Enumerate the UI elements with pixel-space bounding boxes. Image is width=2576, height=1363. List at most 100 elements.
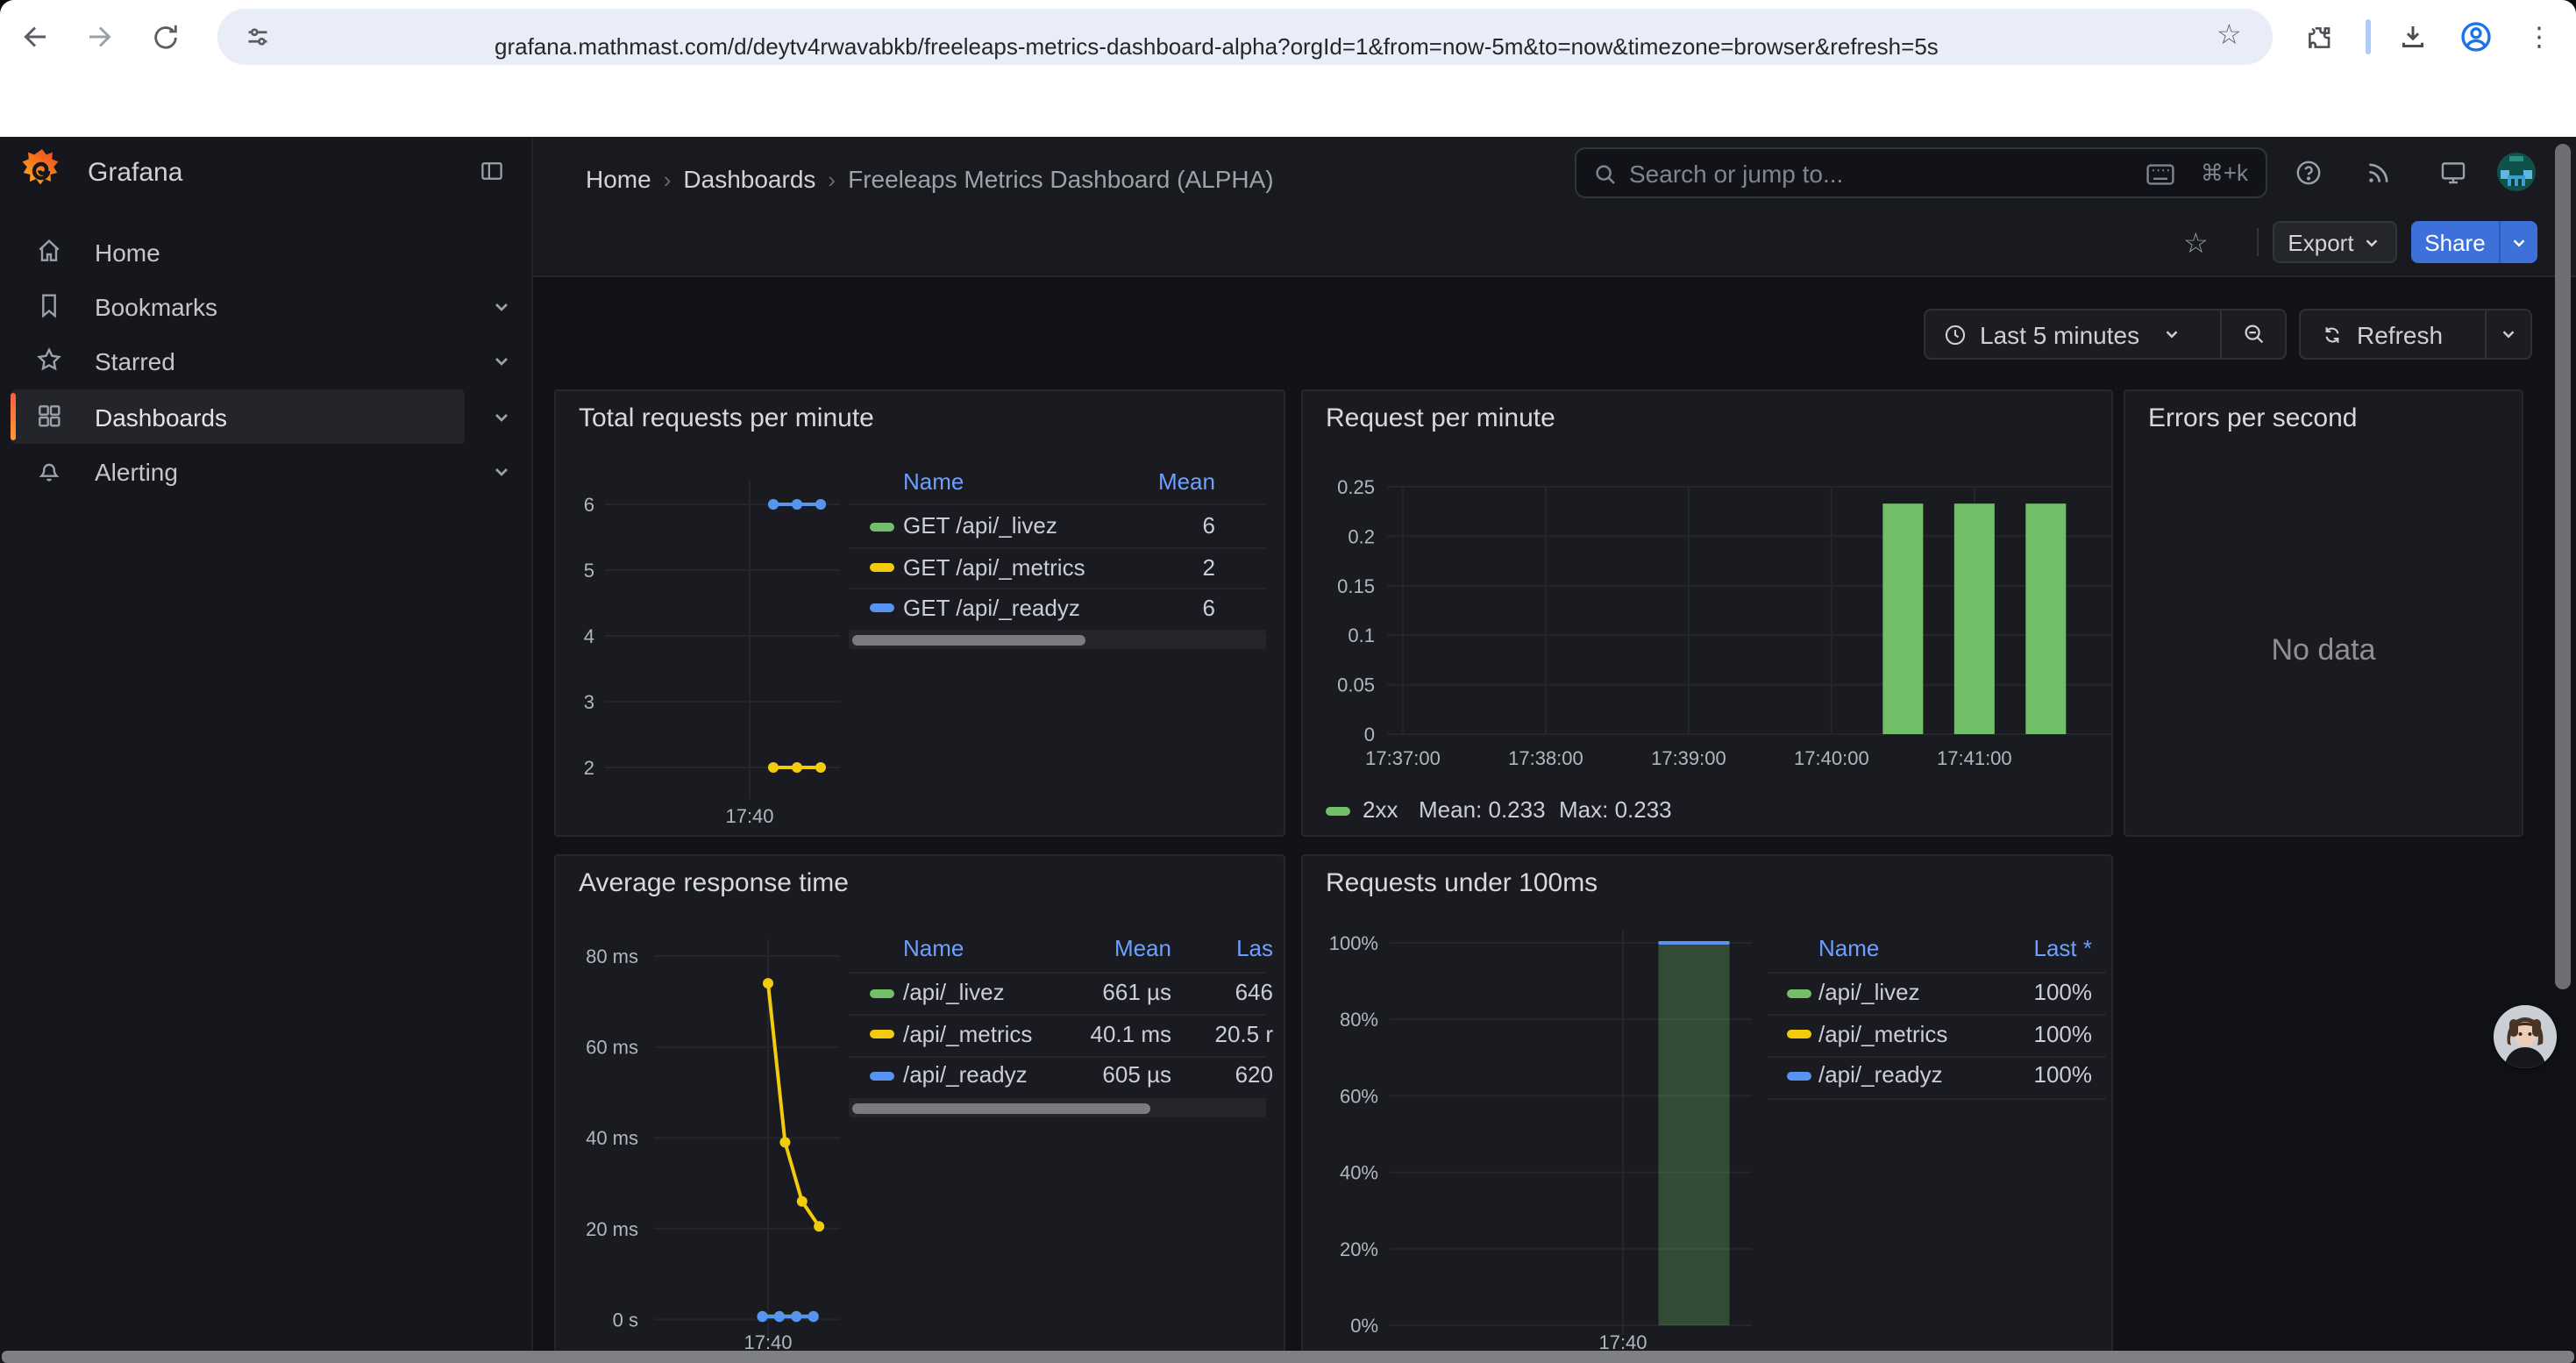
zoom-out-button[interactable] — [2222, 310, 2285, 358]
legend-scrollbar-thumb[interactable] — [852, 1103, 1150, 1114]
horizontal-scrollbar[interactable] — [2, 1351, 2574, 1362]
legend-header-name[interactable]: Name — [1818, 937, 1879, 961]
legend-row-name[interactable]: /api/_metrics — [903, 1022, 1032, 1046]
svg-text:2: 2 — [584, 757, 594, 779]
series-color-pill — [1787, 1071, 1811, 1080]
svg-text:80%: 80% — [1340, 1009, 1378, 1031]
time-range-picker[interactable]: Last 5 minutes — [1925, 310, 2220, 358]
series-color-pill — [870, 563, 894, 572]
panel-errors-per-second: Errors per second No data — [2124, 389, 2523, 837]
url-text[interactable]: grafana.mathmast.com/d/deytv4rwavabkb/fr… — [495, 33, 1939, 60]
home-icon — [35, 237, 63, 265]
legend-row-mean: 40.1 ms — [1021, 1022, 1171, 1046]
legend-row-name[interactable]: /api/_readyz — [903, 1063, 1028, 1088]
bookmark-star-icon[interactable]: ☆ — [2217, 18, 2242, 53]
forward-icon[interactable] — [79, 16, 121, 58]
bookmarks-bar: Freeleaps 收藏博客 — [0, 74, 2576, 137]
svg-text:40 ms: 40 ms — [586, 1127, 638, 1149]
search-input[interactable]: Search or jump to... ⌘+k — [1575, 147, 2267, 198]
requests-under-100ms-chart[interactable]: 100%80%60%40%20%0%17:40 — [1303, 856, 2115, 1363]
panel-title: Errors per second — [2148, 403, 2357, 433]
legend-header-name[interactable]: Name — [903, 937, 964, 961]
breadcrumb-home[interactable]: Home — [586, 165, 651, 193]
legend-header-last[interactable]: Last * — [1969, 937, 2092, 961]
panel-request-per-minute: Request per minute 0.250.20.150.10.05017… — [1301, 389, 2113, 837]
legend-series-label[interactable]: 2xx — [1363, 798, 1398, 823]
svg-text:0.05: 0.05 — [1337, 674, 1375, 696]
legend-row-name[interactable]: /api/_livez — [1818, 981, 1920, 1005]
legend-row-name[interactable]: /api/_readyz — [1818, 1063, 1943, 1088]
sidebar-item-home[interactable]: Home — [0, 225, 533, 279]
legend-row-name[interactable]: GET /api/_metrics — [903, 555, 1085, 580]
chevron-down-icon — [2499, 325, 2518, 344]
breadcrumb-separator: › — [815, 166, 848, 192]
browser-menu-icon[interactable]: ⋮ — [2518, 16, 2560, 58]
collapse-sidebar-icon[interactable] — [479, 158, 505, 184]
svg-text:17:37:00: 17:37:00 — [1365, 747, 1441, 769]
breadcrumb-dashboards[interactable]: Dashboards — [683, 165, 815, 193]
url-bar[interactable]: grafana.mathmast.com/d/deytv4rwavabkb/fr… — [217, 9, 2273, 65]
refresh-button[interactable]: Refresh — [2301, 310, 2485, 358]
svg-text:0: 0 — [1364, 724, 1375, 746]
share-menu-button[interactable] — [2499, 221, 2537, 263]
downloads-icon[interactable] — [2392, 16, 2434, 58]
site-settings-icon[interactable] — [242, 21, 274, 53]
refresh-control: Refresh — [2299, 309, 2532, 360]
legend-header-name[interactable]: Name — [903, 470, 964, 495]
legend-max-stat: Max: 0.233 — [1559, 798, 1672, 823]
sidebar-item-alerting[interactable]: Alerting — [0, 444, 533, 498]
export-button[interactable]: Export — [2273, 221, 2397, 263]
sidebar-item-dashboards[interactable]: Dashboards — [0, 389, 533, 444]
help-icon[interactable] — [2294, 158, 2323, 188]
chevron-down-icon[interactable] — [491, 461, 512, 482]
chevron-down-icon[interactable] — [491, 351, 512, 372]
legend-row-name[interactable]: /api/_livez — [903, 981, 1005, 1005]
chevron-down-icon — [2509, 232, 2529, 252]
vertical-scrollbar[interactable] — [2555, 144, 2571, 989]
svg-text:0.2: 0.2 — [1348, 525, 1375, 547]
chevron-down-icon — [2162, 325, 2181, 344]
svg-text:80 ms: 80 ms — [586, 946, 638, 967]
legend-row-last: 646 — [1182, 981, 1273, 1005]
request-per-minute-chart[interactable]: 0.250.20.150.10.05017:37:0017:38:0017:39… — [1303, 391, 2115, 838]
no-data-message: No data — [2125, 633, 2522, 668]
svg-text:6: 6 — [584, 494, 594, 516]
user-avatar[interactable] — [2497, 153, 2536, 191]
legend-row-name[interactable]: GET /api/_readyz — [903, 596, 1080, 620]
chevron-down-icon[interactable] — [491, 296, 512, 318]
breadcrumb: Home › Dashboards › Freeleaps Metrics Da… — [586, 165, 1274, 193]
legend-scrollbar-thumb[interactable] — [852, 634, 1085, 645]
legend-header-last[interactable]: Las — [1182, 937, 1273, 961]
legend-row-name[interactable]: GET /api/_livez — [903, 514, 1057, 539]
legend-header-mean[interactable]: Mean — [1021, 937, 1171, 961]
extensions-icon[interactable] — [2297, 16, 2339, 58]
legend-row-last: 20.5 r — [1182, 1022, 1273, 1046]
monitor-icon[interactable] — [2437, 158, 2469, 188]
breadcrumb-current: Freeleaps Metrics Dashboard (ALPHA) — [848, 165, 1274, 193]
svg-text:60 ms: 60 ms — [586, 1037, 638, 1059]
sidebar-item-starred[interactable]: Starred — [0, 333, 533, 388]
toolbar-divider — [2366, 19, 2371, 54]
legend-row-name[interactable]: /api/_metrics — [1818, 1022, 1947, 1046]
chevron-down-icon[interactable] — [491, 407, 512, 428]
refresh-interval-button[interactable] — [2487, 310, 2530, 358]
breadcrumb-separator: › — [651, 166, 684, 192]
legend-header-mean[interactable]: Mean — [1082, 470, 1215, 495]
actions-divider — [2257, 228, 2259, 256]
news-rss-icon[interactable] — [2364, 158, 2394, 188]
svg-text:40%: 40% — [1340, 1162, 1378, 1184]
grafana-logo[interactable] — [21, 147, 63, 195]
favorite-star-icon[interactable]: ☆ — [2183, 226, 2209, 261]
reload-icon[interactable] — [144, 16, 186, 58]
share-button[interactable]: Share — [2411, 221, 2499, 263]
svg-text:100%: 100% — [1329, 932, 1378, 954]
back-icon[interactable] — [14, 16, 56, 58]
legend-row-mean: 605 µs — [1021, 1063, 1171, 1088]
svg-text:20 ms: 20 ms — [586, 1218, 638, 1240]
bell-icon — [35, 456, 63, 484]
sidebar-item-bookmarks[interactable]: Bookmarks — [0, 279, 533, 333]
profile-icon[interactable] — [2455, 16, 2497, 58]
star-icon — [35, 346, 63, 374]
floating-assistant-avatar[interactable] — [2494, 1005, 2557, 1068]
series-color-pill — [870, 988, 894, 997]
